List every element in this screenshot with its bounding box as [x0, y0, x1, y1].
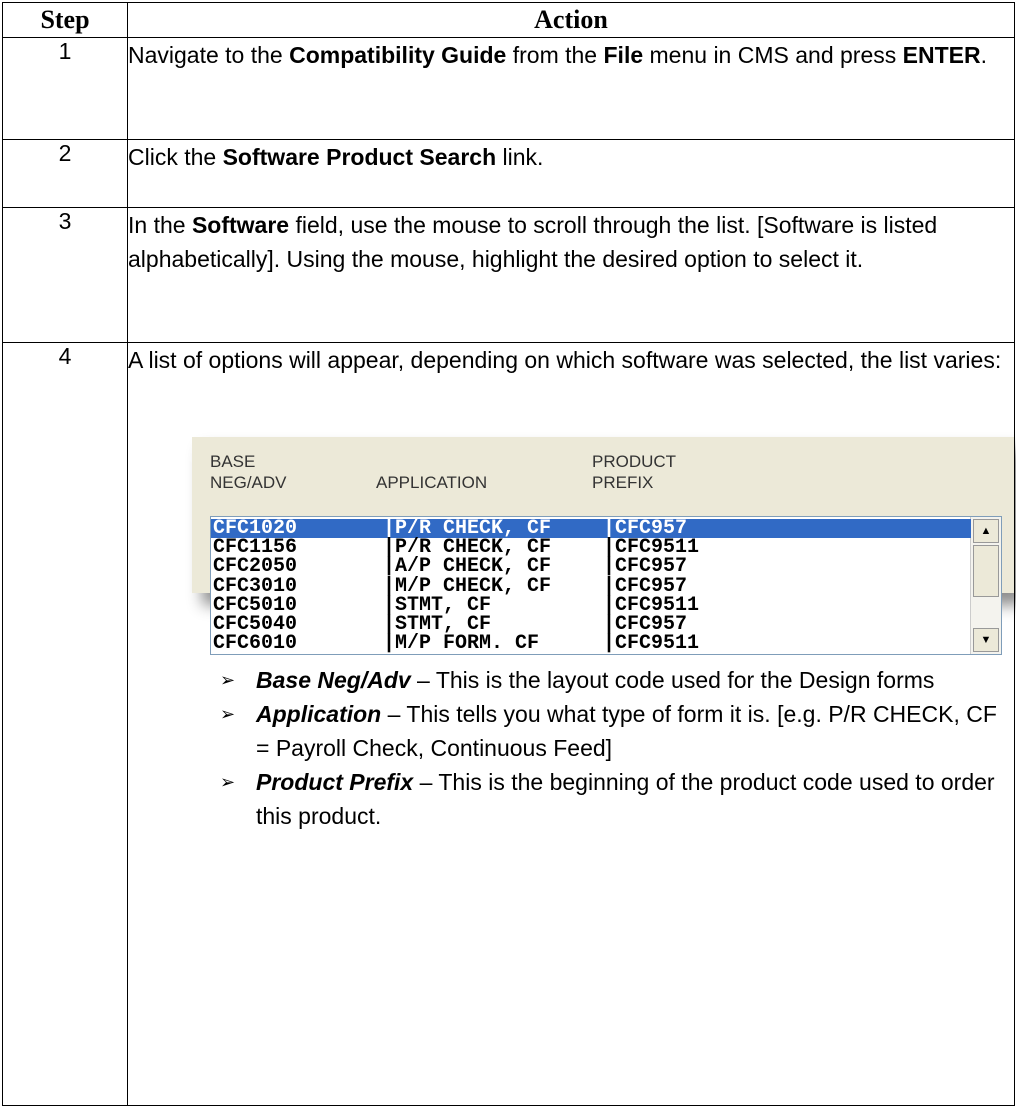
step-number: 2	[2, 139, 128, 208]
table-row: 2 Click the Software Product Search link…	[2, 139, 1015, 208]
list-item-app: |M/P CHECK, CF	[383, 574, 552, 598]
list-item-base: CFC5040	[213, 613, 298, 636]
list-item-prefix: |CFC9511	[603, 536, 700, 560]
arrow-bullet-icon: ➢	[220, 704, 236, 724]
definition-list: ➢ Base Neg/Adv – This is the layout code …	[128, 663, 1014, 833]
step-number: 4	[2, 342, 128, 1106]
list-item-prefix: |CFC957	[603, 517, 688, 540]
arrow-bullet-icon: ➢	[220, 772, 236, 792]
table-row: 3 In the Software field, use the mouse t…	[2, 207, 1015, 343]
list-item-app: |STMT, CF	[383, 613, 492, 636]
listbox-screenshot: BASE NEG/ADV APPLICATION PRODUCT PREFIX ▲ …	[192, 437, 1016, 655]
arrow-bullet-icon: ➢	[220, 670, 236, 690]
definition-term: Application	[256, 701, 382, 727]
definition-term: Base Neg/Adv	[256, 667, 411, 693]
list-item-app: |A/P CHECK, CF	[383, 555, 552, 579]
action-column-header: Action	[127, 2, 1015, 38]
definition-text: – This is the layout code used for the D…	[410, 667, 935, 693]
scroll-thumb[interactable]	[973, 545, 999, 597]
col-header-application: APPLICATION	[376, 473, 488, 492]
col-header-prefix: PRODUCT PREFIX	[592, 452, 677, 492]
definition-item: ➢ Product Prefix – This is the beginning …	[220, 765, 1014, 833]
step-number: 3	[2, 207, 128, 343]
list-item-base: CFC6010	[213, 632, 298, 655]
table-row: 4 A list of options will appear, dependi…	[2, 342, 1016, 1106]
list-item[interactable]: CFC1156 |P/R CHECK, CF |CFC9511	[211, 536, 971, 560]
list-item[interactable]: CFC3010 |M/P CHECK, CF |CFC957	[211, 574, 971, 598]
list-item-base: CFC2050	[213, 555, 298, 579]
step-intro: A list of options will appear, depending…	[128, 347, 1002, 373]
list-item-prefix: |CFC957	[603, 555, 688, 579]
list-item-base: CFC1020	[213, 517, 298, 540]
scrollbar[interactable]: ▲ ▼	[970, 517, 1001, 654]
definition-term: Product Prefix	[256, 769, 414, 795]
step-action: In the Software field, use the mouse to …	[127, 207, 1015, 343]
definition-item: ➢ Base Neg/Adv – This is the layout code …	[220, 663, 1014, 697]
table-row: 1 Navigate to the Compatibility Guide fr…	[2, 37, 1015, 140]
col-header-base: BASE NEG/ADV	[210, 452, 287, 492]
step-action: A list of options will appear, depending…	[127, 342, 1016, 1106]
definition-item: ➢ Application – This tells you what type …	[220, 697, 1014, 765]
step-column-header: Step	[2, 2, 128, 38]
list-item[interactable]: CFC1020 |P/R CHECK, CF |CFC957	[211, 517, 971, 540]
scroll-down-icon[interactable]: ▼	[973, 628, 999, 652]
list-item[interactable]: CFC5040 |STMT, CF |CFC957	[211, 613, 971, 636]
step-number: 1	[2, 37, 128, 140]
scroll-up-icon[interactable]: ▲	[973, 519, 999, 543]
list-item[interactable]: CFC2050 |A/P CHECK, CF |CFC957	[211, 555, 971, 579]
header-row: Step Action	[2, 2, 1015, 38]
step-action: Click the Software Product Search link.	[127, 139, 1015, 208]
list-item[interactable]: CFC6010 |M/P FORM. CF |CFC9511	[211, 632, 971, 655]
list-item[interactable]: CFC5010 |STMT, CF |CFC9511	[211, 593, 971, 617]
list-item-app: |P/R CHECK, CF	[383, 536, 552, 560]
list-item-prefix: |CFC957	[603, 574, 688, 598]
list-item-base: CFC1156	[213, 536, 298, 560]
list-item-base: CFC5010	[213, 593, 298, 617]
list-item-prefix: |CFC957	[603, 613, 688, 636]
list-item-prefix: |CFC9511	[603, 632, 700, 655]
list-item-base: CFC3010	[213, 574, 298, 598]
list-item-app: |STMT, CF	[383, 593, 492, 617]
listbox-panel: BASE NEG/ADV APPLICATION PRODUCT PREFIX ▲ …	[192, 437, 1014, 655]
steps-table: Step Action 1 Navigate to the Compatibil…	[2, 2, 1015, 1106]
software-listbox[interactable]: ▲ ▼ CFC1020 |P/R CHECK, CF |CFC957 CFC1156 |…	[210, 516, 1002, 655]
step-action: Navigate to the Compatibility Guide from…	[127, 37, 1015, 140]
list-item-app: |M/P FORM. CF	[383, 632, 540, 655]
list-item-app: |P/R CHECK, CF	[383, 517, 552, 540]
list-item-prefix: |CFC9511	[603, 593, 700, 617]
